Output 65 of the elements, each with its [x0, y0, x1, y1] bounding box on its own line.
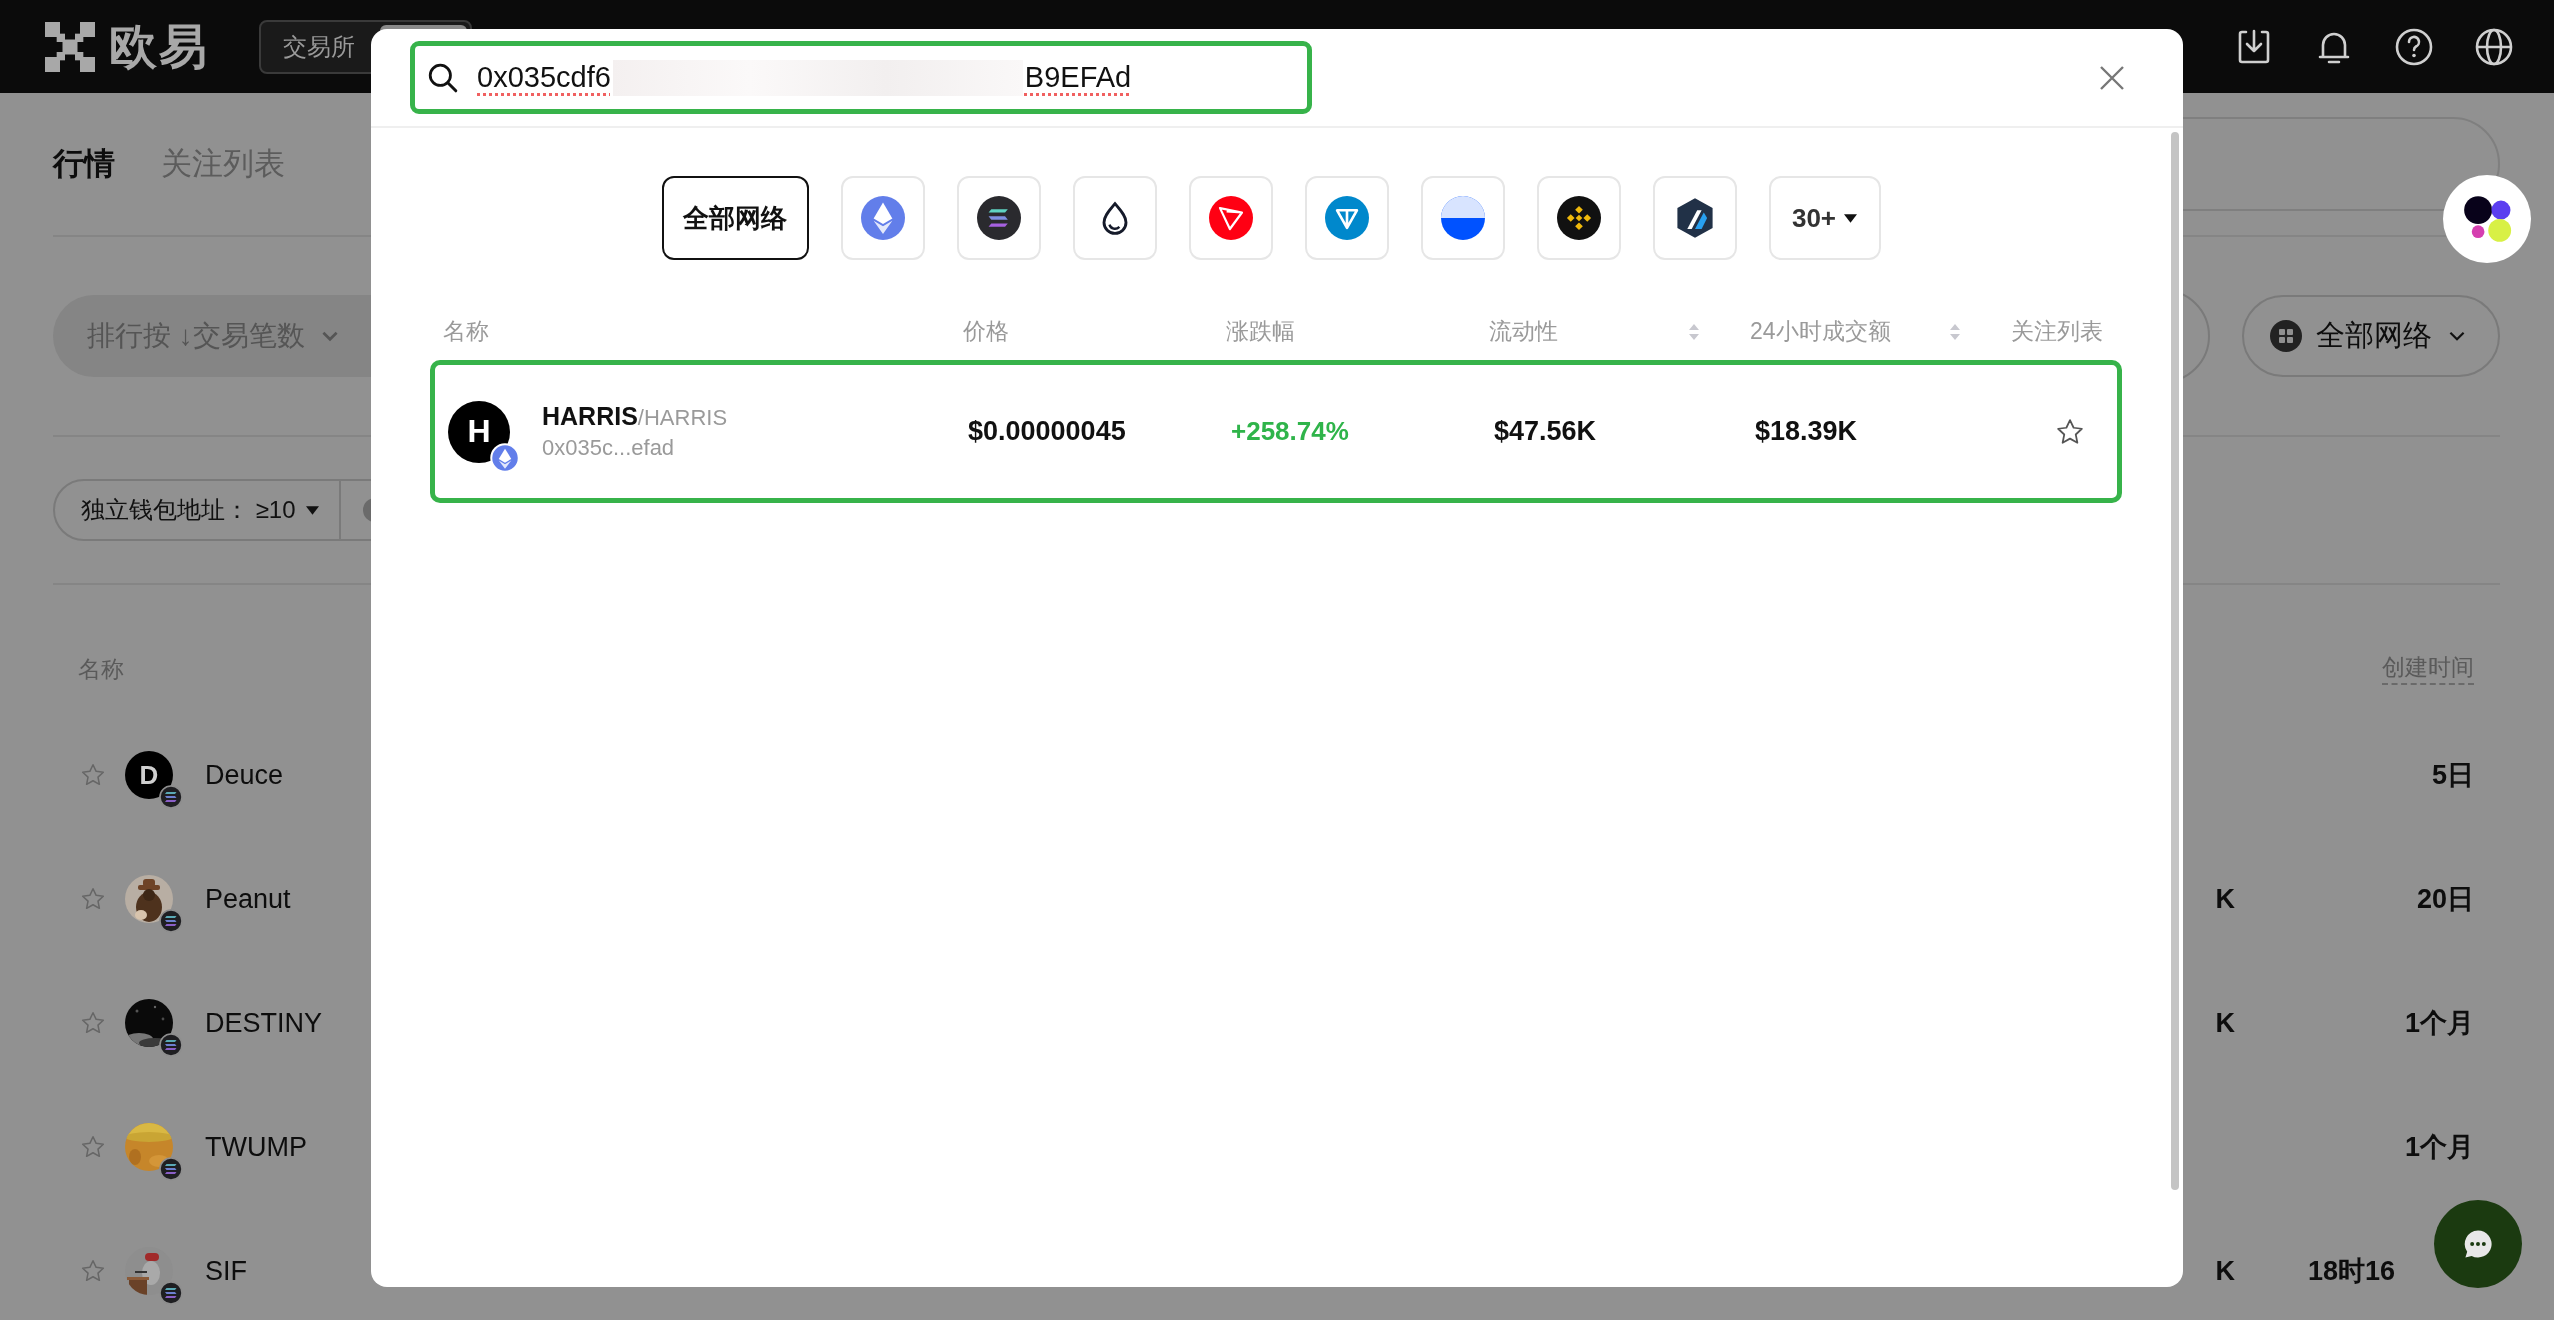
column-header: 名称	[443, 317, 489, 346]
token-name[interactable]: DESTINY	[205, 1007, 323, 1039]
stripes-coin-icon	[159, 1281, 183, 1305]
caret-icon	[305, 505, 319, 515]
half-circle-icon	[1440, 196, 1485, 240]
result-row[interactable]: H HARRIS/HARRIS 0x035c...efad $0.00000045 +258.74% $47.56K $18.39K	[430, 360, 2122, 503]
avatar: D	[125, 751, 173, 799]
star-icon[interactable]	[2055, 416, 2085, 447]
token-address: 0x035c...efad	[542, 435, 676, 461]
scrollbar[interactable]	[2171, 132, 2179, 1190]
volume-cell-text: $18.39K	[1755, 416, 1859, 447]
search-field[interactable]: 0x035cdf6 B9EFAd	[410, 41, 1312, 114]
search-value: 0x035cdf6	[477, 61, 611, 94]
star-icon[interactable]	[80, 1258, 106, 1284]
created-time: 1个月	[2404, 1132, 2474, 1162]
price-cell-text: $0.00000045	[968, 416, 1127, 447]
caret-icon	[1844, 213, 1858, 223]
logo-text[interactable]: 欧易	[109, 14, 209, 79]
diamond-coin-icon	[490, 442, 520, 473]
network-chip[interactable]: 全部网络	[661, 176, 809, 260]
down-triangle-coin-icon	[1324, 196, 1369, 240]
more-networks-button[interactable]: 30+	[1768, 176, 1881, 260]
token-name[interactable]: SIF	[205, 1255, 247, 1287]
network-chip[interactable]	[1652, 176, 1737, 260]
column-header: 涨跌幅	[1226, 317, 1295, 346]
stripes-coin-icon	[159, 909, 183, 933]
stripes-coin-icon	[976, 196, 1021, 240]
table-cell: K	[2215, 1255, 2235, 1286]
network-chip[interactable]	[956, 176, 1041, 260]
created-time: 20日	[2416, 884, 2474, 914]
star-icon[interactable]	[80, 886, 106, 912]
token-pair: /HARRIS	[637, 405, 728, 431]
token-name[interactable]: Deuce	[205, 759, 284, 791]
created-time: 18时16	[2307, 1256, 2395, 1286]
network-chip[interactable]	[1536, 176, 1621, 260]
created-time: 1个月	[2404, 1008, 2474, 1038]
table-cell: K	[2215, 1007, 2235, 1038]
liquidity-cell-text: $47.56K	[1494, 416, 1598, 447]
grid-icon	[2270, 320, 2302, 352]
column-header: 价格	[963, 317, 1009, 346]
search-value: B9EFAd	[1024, 61, 1132, 94]
token-name[interactable]: TWUMP	[205, 1131, 307, 1163]
avatar: H	[448, 400, 510, 463]
stripes-coin-icon	[159, 785, 183, 809]
triangle-coin-icon	[1208, 196, 1253, 240]
token-symbol: HARRIS	[542, 402, 638, 431]
diamond-coin-icon	[860, 196, 905, 240]
change-cell-text: +258.74%	[1231, 416, 1350, 447]
table-cell: K	[2215, 883, 2235, 914]
page-tab[interactable]: 行情	[53, 143, 115, 185]
stripes-coin-icon	[159, 1033, 183, 1057]
token-name[interactable]: Peanut	[205, 883, 291, 915]
logo-icon	[45, 21, 95, 72]
star-icon[interactable]	[80, 1010, 106, 1036]
globe-icon[interactable]	[2474, 26, 2514, 67]
network-button[interactable]: 全部网络	[2242, 295, 2500, 377]
column-header: 关注列表	[2011, 317, 2103, 346]
created-time: 5日	[2431, 760, 2474, 790]
star-icon[interactable]	[80, 1134, 106, 1160]
network-chip[interactable]	[1072, 176, 1157, 260]
star-icon[interactable]	[80, 762, 106, 788]
stripes-coin-icon	[159, 1157, 183, 1181]
diamond-grid-coin-icon	[1556, 196, 1601, 240]
help-icon[interactable]	[2394, 26, 2434, 67]
search-icon	[427, 61, 459, 94]
